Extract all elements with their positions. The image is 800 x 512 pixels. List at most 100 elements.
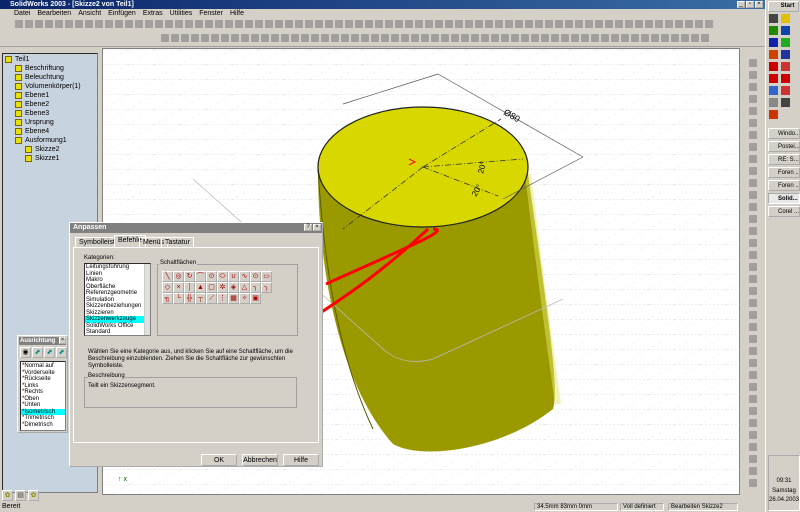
menu-bearbeiten[interactable]: Bearbeiten <box>37 9 71 19</box>
quick-launch-icon[interactable] <box>769 38 778 47</box>
toolbar-button-icon[interactable] <box>255 20 263 28</box>
toolbar-button-icon[interactable] <box>325 20 333 28</box>
command-button-icon[interactable]: ◇ <box>162 282 173 293</box>
taskbar-button[interactable]: Foren ... <box>768 167 800 178</box>
toolbar-button-icon[interactable] <box>45 20 53 28</box>
command-button-icon[interactable]: ↻ <box>184 271 195 282</box>
taskbar-button[interactable]: RE: S... <box>768 154 800 165</box>
toolbar-button-icon[interactable] <box>505 20 513 28</box>
quick-launch-icon[interactable] <box>769 62 778 71</box>
tree-item[interactable]: Beschriftung <box>15 64 64 73</box>
help-button[interactable]: Hilfe <box>283 454 319 466</box>
clock-time[interactable]: 09:31 <box>769 478 799 484</box>
toolbar-button-icon[interactable] <box>25 20 33 28</box>
toolbar-button-icon[interactable] <box>331 34 339 42</box>
toolbar-button-icon[interactable] <box>95 20 103 28</box>
quick-launch-icon[interactable] <box>781 26 790 35</box>
toolbar-button-icon[interactable] <box>451 34 459 42</box>
command-button-icon[interactable]: ✧ <box>239 293 250 304</box>
quick-launch-icon[interactable] <box>781 86 790 95</box>
toolbar-button-icon[interactable] <box>171 34 179 42</box>
sketch-tool-icon[interactable] <box>749 455 757 463</box>
command-button-icon[interactable]: ∪ <box>228 271 239 282</box>
toolbar-button-icon[interactable] <box>165 20 173 28</box>
toolbar-button-icon[interactable] <box>35 20 43 28</box>
ok-button[interactable]: OK <box>201 454 237 466</box>
command-button-icon[interactable]: ◎ <box>173 271 184 282</box>
toolbar-button-icon[interactable] <box>575 20 583 28</box>
toolbar-button-icon[interactable] <box>501 34 509 42</box>
toolbar-button-icon[interactable] <box>135 20 143 28</box>
toolbar-button-icon[interactable] <box>521 34 529 42</box>
toolbar-button-icon[interactable] <box>275 20 283 28</box>
taskbar-button[interactable]: Corel ... <box>768 206 800 217</box>
sketch-tool-icon[interactable] <box>749 59 757 67</box>
command-button-icon[interactable]: ∿ <box>239 271 250 282</box>
command-button-icon[interactable]: └ <box>173 293 184 304</box>
toolbar-button-icon[interactable] <box>401 34 409 42</box>
toolbar-button-icon[interactable] <box>601 34 609 42</box>
start-button[interactable]: Start <box>768 1 799 12</box>
quick-launch-icon[interactable] <box>781 14 790 23</box>
taskbar-button[interactable]: Postei... <box>768 141 800 152</box>
orientation-close-button[interactable]: × <box>59 337 66 344</box>
quick-launch-icon[interactable] <box>769 86 778 95</box>
toolbar-button-icon[interactable] <box>705 20 713 28</box>
quick-launch-icon[interactable] <box>769 50 778 59</box>
taskbar-button[interactable]: Foren ... <box>768 180 800 191</box>
toolbar-button-icon[interactable] <box>15 20 23 28</box>
sketch-tool-icon[interactable] <box>749 287 757 295</box>
sketch-tool-icon[interactable] <box>749 203 757 211</box>
sketch-tool-icon[interactable] <box>749 335 757 343</box>
toolbar-button-icon[interactable] <box>461 34 469 42</box>
toolbar-button-icon[interactable] <box>685 20 693 28</box>
toolbar-button-icon[interactable] <box>641 34 649 42</box>
command-button-icon[interactable]: ⋮ <box>217 293 228 304</box>
tree-item[interactable]: Ebene3 <box>15 109 49 118</box>
quick-launch-icon[interactable] <box>781 38 790 47</box>
command-button-icon[interactable]: ┬ <box>195 293 206 304</box>
command-button-icon[interactable]: ╬ <box>184 293 195 304</box>
tree-item[interactable]: Ausformung1 <box>15 136 67 145</box>
toolbar-button-icon[interactable] <box>215 20 223 28</box>
toolbar-button-icon[interactable] <box>231 34 239 42</box>
toolbar-button-icon[interactable] <box>411 34 419 42</box>
sketch-tool-icon[interactable] <box>749 431 757 439</box>
toolbar-button-icon[interactable] <box>611 34 619 42</box>
toolbar-button-icon[interactable] <box>345 20 353 28</box>
toolbar-button-icon[interactable] <box>425 20 433 28</box>
sketch-tool-icon[interactable] <box>749 275 757 283</box>
toolbar-button-icon[interactable] <box>465 20 473 28</box>
close-button[interactable]: × <box>755 1 763 8</box>
toolbar-button-icon[interactable] <box>191 34 199 42</box>
sketch-tool-icon[interactable] <box>749 167 757 175</box>
orientation-item[interactable]: *Dimetrisch <box>21 422 65 429</box>
toolbar-button-icon[interactable] <box>701 34 709 42</box>
sketch-tool-icon[interactable] <box>749 215 757 223</box>
command-button-icon[interactable]: ╲ <box>162 271 173 282</box>
tree-item[interactable]: Ebene1 <box>15 91 49 100</box>
toolbar-button-icon[interactable] <box>245 20 253 28</box>
sketch-tool-icon[interactable] <box>749 395 757 403</box>
toolbar-button-icon[interactable] <box>645 20 653 28</box>
command-button-icon[interactable]: × <box>173 282 184 293</box>
tree-root[interactable]: Teil1 <box>5 55 29 64</box>
toolbar-button-icon[interactable] <box>551 34 559 42</box>
toolbar-button-icon[interactable] <box>511 34 519 42</box>
toolbar-button-icon[interactable] <box>635 20 643 28</box>
property-manager-tab[interactable]: ▤ <box>15 490 26 501</box>
toolbar-button-icon[interactable] <box>661 34 669 42</box>
categories-list[interactable]: Leitungsführung Linien Makro Oberfläche Refe… <box>84 263 151 336</box>
toolbar-button-icon[interactable] <box>555 20 563 28</box>
pin-view-icon[interactable]: ⬈ <box>56 347 67 358</box>
toolbar-button-icon[interactable] <box>545 20 553 28</box>
toolbar-button-icon[interactable] <box>355 20 363 28</box>
sketch-tool-icon[interactable] <box>749 419 757 427</box>
toolbar-button-icon[interactable] <box>615 20 623 28</box>
toolbar-button-icon[interactable] <box>125 20 133 28</box>
toolbar-button-icon[interactable] <box>175 20 183 28</box>
configuration-manager-tab[interactable]: ✿ <box>28 490 39 501</box>
sketch-tool-icon[interactable] <box>749 371 757 379</box>
toolbar-button-icon[interactable] <box>681 34 689 42</box>
command-button-icon[interactable]: △ <box>239 282 250 293</box>
